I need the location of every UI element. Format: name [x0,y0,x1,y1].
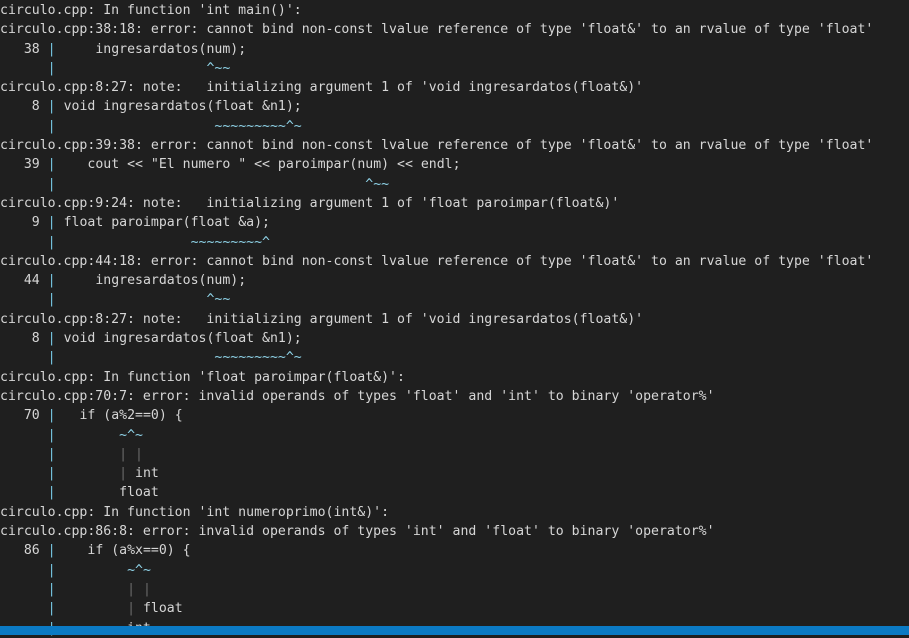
output-line: circulo.cpp:38:18: error: cannot bind no… [0,22,874,38]
output-line: | | int [47,466,159,482]
output-line: | ^~~ [47,176,390,192]
output-line: circulo.cpp:39:38: error: cannot bind no… [0,138,874,154]
output-line: | | float [47,601,183,617]
output-line: circulo.cpp:44:18: error: cannot bind no… [0,253,874,269]
output-line: 44 | ingresardatos(num); [23,273,247,289]
compiler-output-text: circulo.cpp: In function 'int main()': ci… [0,0,909,638]
output-line: | ~^~ [47,427,143,443]
output-line: circulo.cpp:86:8: error: invalid operand… [0,524,715,540]
output-line: circulo.cpp:8:27: note: initializing arg… [0,311,644,327]
output-line: | | | [47,446,143,462]
output-line: 70 | if (a%2==0) { [23,408,183,424]
terminal-window[interactable]: circulo.cpp: In function 'int main()': ci… [0,0,909,638]
output-line: circulo.cpp:8:27: note: initializing arg… [0,80,644,96]
status-bar [0,626,909,635]
output-line: circulo.cpp: In function 'float paroimpa… [0,369,405,385]
output-line: 8 | void ingresardatos(float &n1); [31,99,302,115]
output-line: 9 | float paroimpar(float &a); [31,215,270,231]
output-line: | ^~~ [47,292,231,308]
output-line: | ~~~~~~~~~^~ [47,118,302,134]
output-line: 86 | if (a%x==0) { [23,543,191,559]
output-line: 8 | void ingresardatos(float &n1); [31,331,302,347]
output-line: | ^~~ [47,60,231,76]
output-line: | float [47,485,159,501]
output-line: 38 | ingresardatos(num); [23,41,247,57]
output-line: | ~~~~~~~~~^~ [47,350,302,366]
output-line: | ~^~ [47,562,151,578]
output-line: | ~~~~~~~~~^ [47,234,270,250]
output-line: circulo.cpp:9:24: note: initializing arg… [0,195,620,211]
output-line: circulo.cpp: In function 'int main()': [0,3,302,18]
output-line: | | | [47,581,151,597]
output-line: circulo.cpp:70:7: error: invalid operand… [0,388,715,404]
output-line: 39 | cout << "El numero " << paroimpar(n… [23,157,461,173]
output-line: circulo.cpp: In function 'int numeroprim… [0,504,390,520]
